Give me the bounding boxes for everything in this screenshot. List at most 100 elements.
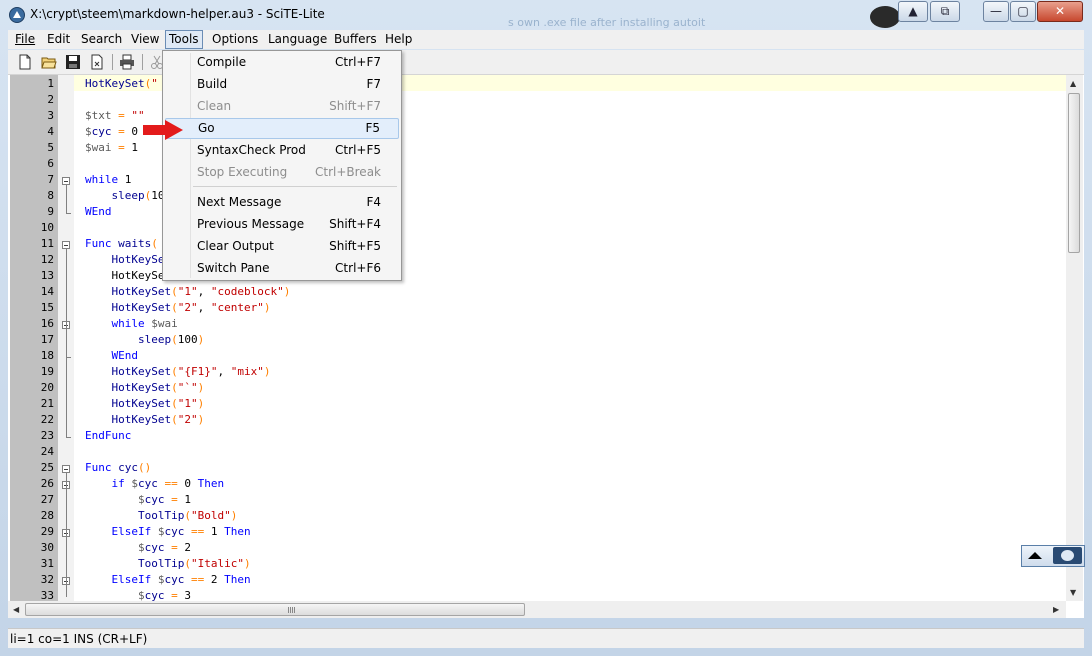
menu-search-label: Search (81, 32, 123, 46)
line-number: 16 (40, 317, 54, 330)
scroll-down-arrow-icon[interactable]: ▼ (1070, 588, 1076, 597)
code-line[interactable]: Func cyc() (85, 461, 151, 474)
code-line[interactable]: HotKeySet("1") (85, 397, 205, 410)
tools-menu-item-clear-output[interactable]: Clear Output Shift+F5 (165, 236, 399, 257)
code-line[interactable]: while 1 (85, 173, 131, 186)
tools-menu-item-next-message[interactable]: Next Message F4 (165, 192, 399, 213)
code-line[interactable]: WEnd (85, 349, 139, 362)
line-number: 7 (47, 173, 54, 186)
tray-eye-icon[interactable] (1053, 547, 1082, 564)
code-line[interactable]: ElseIf $cyc == 2 Then (85, 573, 251, 586)
line-number: 2 (47, 93, 54, 106)
menu-options[interactable]: Options (209, 31, 261, 48)
fold-toggle-icon[interactable] (62, 465, 70, 473)
tools-menu-item-build[interactable]: Build F7 (165, 74, 399, 95)
scroll-left-arrow-icon[interactable]: ◀ (13, 605, 19, 614)
code-line[interactable]: $wai = 1 (85, 141, 138, 154)
code-line[interactable]: sleep(100) (85, 333, 204, 346)
menu-language[interactable]: Language (265, 31, 330, 48)
toolbar-separator (112, 54, 113, 70)
menu-separator (193, 186, 397, 187)
toolbar-separator (142, 54, 143, 70)
code-line[interactable]: $cyc = 1 (85, 493, 191, 506)
code-line[interactable]: Func waits( (85, 237, 158, 250)
code-line[interactable]: HotKeySet("2") (85, 413, 205, 426)
vertical-scroll-thumb[interactable] (1068, 93, 1080, 253)
code-line[interactable]: ElseIf $cyc == 1 Then (85, 525, 251, 538)
scroll-right-arrow-icon[interactable]: ▶ (1053, 605, 1059, 614)
code-line[interactable]: ToolTip("Bold") (85, 509, 237, 522)
minimize-button[interactable]: — (983, 1, 1009, 22)
close-button[interactable]: ✕ (1037, 1, 1083, 22)
line-number: 31 (40, 557, 54, 570)
tools-menu-item-compile[interactable]: Compile Ctrl+F7 (165, 52, 399, 73)
tools-menu-item-switch-pane[interactable]: Switch Pane Ctrl+F6 (165, 258, 399, 279)
save-icon[interactable] (65, 54, 81, 70)
line-number: 24 (40, 445, 54, 458)
menu-item-label: SyntaxCheck Prod (197, 143, 306, 157)
code-line[interactable]: $cyc = 0 (85, 125, 138, 138)
menu-buffers-label: Buffers (334, 32, 377, 46)
maximize-button[interactable]: ▢ (1010, 1, 1036, 22)
title-bar[interactable]: X:\crypt\steem\markdown-helper.au3 - Sci… (0, 0, 1092, 30)
fold-margin[interactable] (58, 75, 74, 601)
code-line[interactable]: if $cyc == 0 Then (85, 477, 225, 490)
horizontal-scroll-thumb[interactable] (25, 603, 525, 616)
vertical-scrollbar[interactable]: ▲ ▼ (1066, 75, 1083, 601)
menu-file[interactable]: File (12, 31, 38, 48)
tools-menu-item-previous-message[interactable]: Previous Message Shift+F4 (165, 214, 399, 235)
fold-toggle-icon[interactable] (62, 177, 70, 185)
code-line[interactable]: HotKeySe (85, 269, 164, 282)
line-number: 3 (47, 109, 54, 122)
code-line[interactable]: HotKeySet("`") (85, 381, 205, 394)
tools-menu-item-go[interactable]: Go F5 (165, 118, 399, 139)
code-line[interactable]: while $wai (85, 317, 178, 330)
code-line[interactable]: HotKeySet(" (85, 77, 158, 90)
code-line[interactable]: EndFunc (85, 429, 131, 442)
line-number: 33 (40, 589, 54, 601)
line-number: 27 (40, 493, 54, 506)
background-window-text: s own .exe file after installing autoit (508, 16, 706, 29)
menu-view-label: View (131, 32, 160, 46)
fold-toggle-icon[interactable] (62, 241, 70, 249)
code-line[interactable]: $cyc = 2 (85, 541, 191, 554)
line-number: 13 (40, 269, 54, 282)
horizontal-scrollbar[interactable]: ◀ ▶ (8, 601, 1066, 618)
extra-restore-button[interactable]: ⧉ (930, 1, 960, 22)
code-line[interactable]: HotKeySet("2", "center") (85, 301, 271, 314)
menu-edit-label: Edit (47, 32, 71, 46)
menu-buffers[interactable]: Buffers (331, 31, 380, 48)
extra-up-button[interactable]: ▲ (898, 1, 928, 22)
tools-menu-item-syntaxcheck-prod[interactable]: SyntaxCheck Prod Ctrl+F5 (165, 140, 399, 161)
code-line[interactable]: sleep(10 (85, 189, 165, 202)
open-folder-icon[interactable] (41, 54, 57, 70)
menu-help-label: Help (385, 32, 413, 46)
new-file-icon[interactable] (17, 54, 33, 70)
line-number: 9 (47, 205, 54, 218)
scite-app-icon[interactable] (9, 7, 25, 23)
menu-tools[interactable]: Tools (165, 30, 203, 49)
line-number: 25 (40, 461, 54, 474)
tools-menu-item-clean: Clean Shift+F7 (165, 96, 399, 117)
floating-tray-widget (1021, 545, 1085, 567)
line-number: 29 (40, 525, 54, 538)
code-line[interactable]: $txt = "" (85, 109, 145, 122)
menu-view[interactable]: View (128, 31, 162, 48)
scroll-up-arrow-icon[interactable]: ▲ (1070, 79, 1076, 88)
menu-help[interactable]: Help (382, 31, 415, 48)
code-line[interactable]: ToolTip("Italic") (85, 557, 251, 570)
close-file-icon[interactable] (89, 54, 105, 70)
code-line[interactable]: HotKeySet("1", "codeblock") (85, 285, 291, 298)
code-line[interactable]: $cyc = 3 (85, 589, 191, 601)
menu-item-shortcut: F7 (366, 77, 381, 91)
code-line[interactable]: HotKeySet (85, 253, 172, 266)
tray-up-arrow-icon[interactable] (1028, 552, 1042, 559)
menu-item-label: Stop Executing (197, 165, 288, 179)
line-number: 32 (40, 573, 54, 586)
code-line[interactable]: WEnd (85, 205, 112, 218)
print-icon[interactable] (119, 54, 135, 70)
menu-search[interactable]: Search (78, 31, 125, 48)
menu-item-shortcut: Ctrl+Break (315, 165, 381, 179)
code-line[interactable]: HotKeySet("{F1}", "mix") (85, 365, 271, 378)
menu-edit[interactable]: Edit (44, 31, 73, 48)
